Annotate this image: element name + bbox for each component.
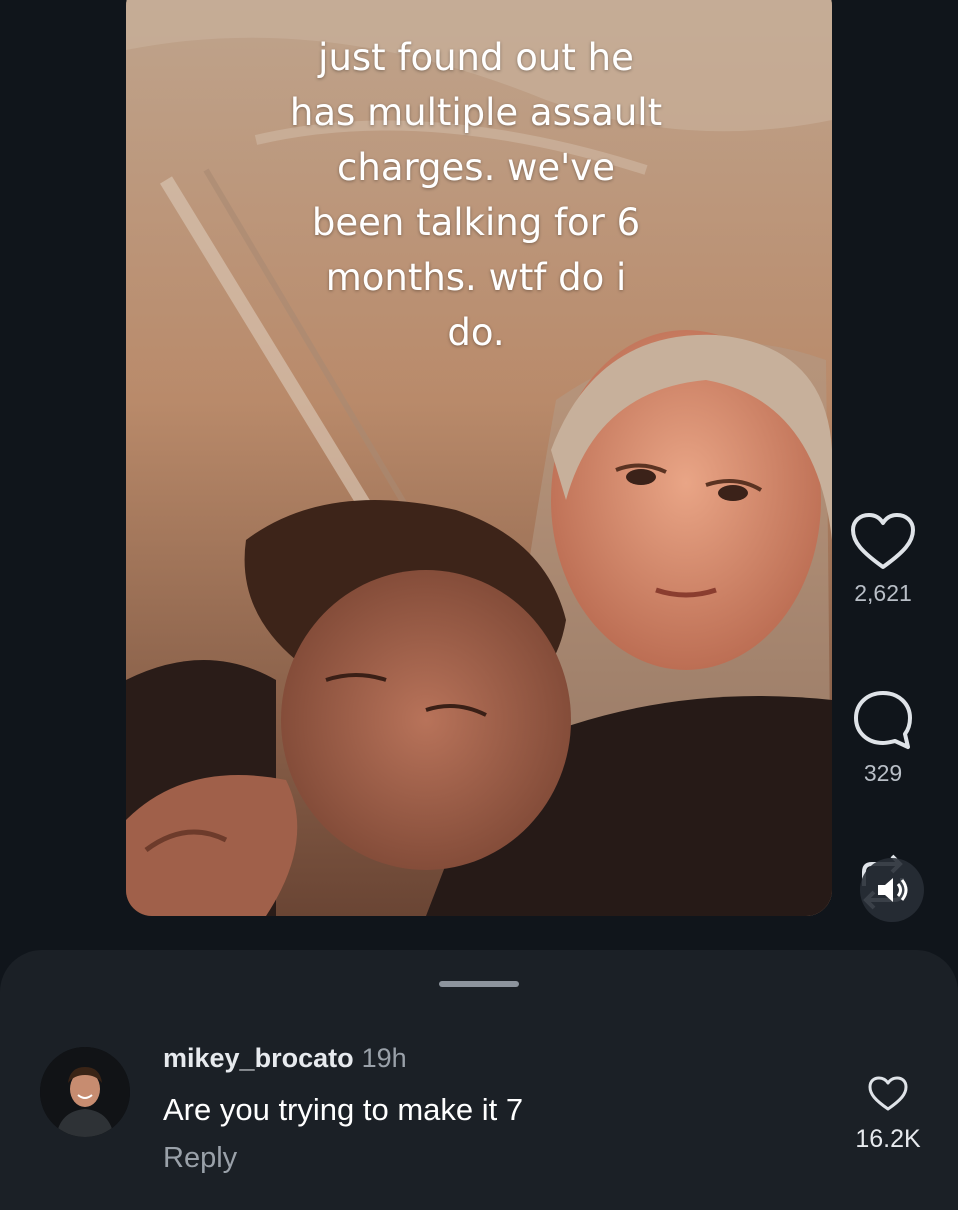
- comments-sheet: mikey_brocato 19h Are you trying to make …: [0, 950, 958, 1210]
- video-player[interactable]: just found out he has multiple assault c…: [126, 0, 832, 916]
- comment-count: 329: [863, 760, 903, 786]
- mute-button[interactable]: [860, 858, 924, 922]
- heart-outline-icon: [868, 1076, 908, 1111]
- comment-like-button[interactable]: 16.2K: [836, 1076, 940, 1154]
- comment-button[interactable]: 329: [838, 688, 928, 787]
- chat-bubble-icon: [854, 691, 912, 749]
- sheet-drag-handle[interactable]: [439, 981, 519, 987]
- avatar[interactable]: [40, 1047, 130, 1137]
- speaker-icon: [878, 878, 908, 902]
- video-caption-overlay: just found out he has multiple assault c…: [289, 36, 663, 354]
- user-photo: [40, 1047, 130, 1137]
- like-count: 2,621: [854, 580, 912, 606]
- comment-timestamp: 19h: [361, 1043, 407, 1073]
- comment-header: mikey_brocato 19h: [163, 1043, 407, 1074]
- comment-like-count: 16.2K: [855, 1125, 921, 1153]
- comment-username[interactable]: mikey_brocato: [163, 1043, 354, 1073]
- heart-outline-icon: [851, 513, 915, 569]
- like-button[interactable]: 2,621: [838, 512, 928, 607]
- reply-button[interactable]: Reply: [163, 1142, 237, 1175]
- comment-text: Are you trying to make it 7: [163, 1092, 524, 1127]
